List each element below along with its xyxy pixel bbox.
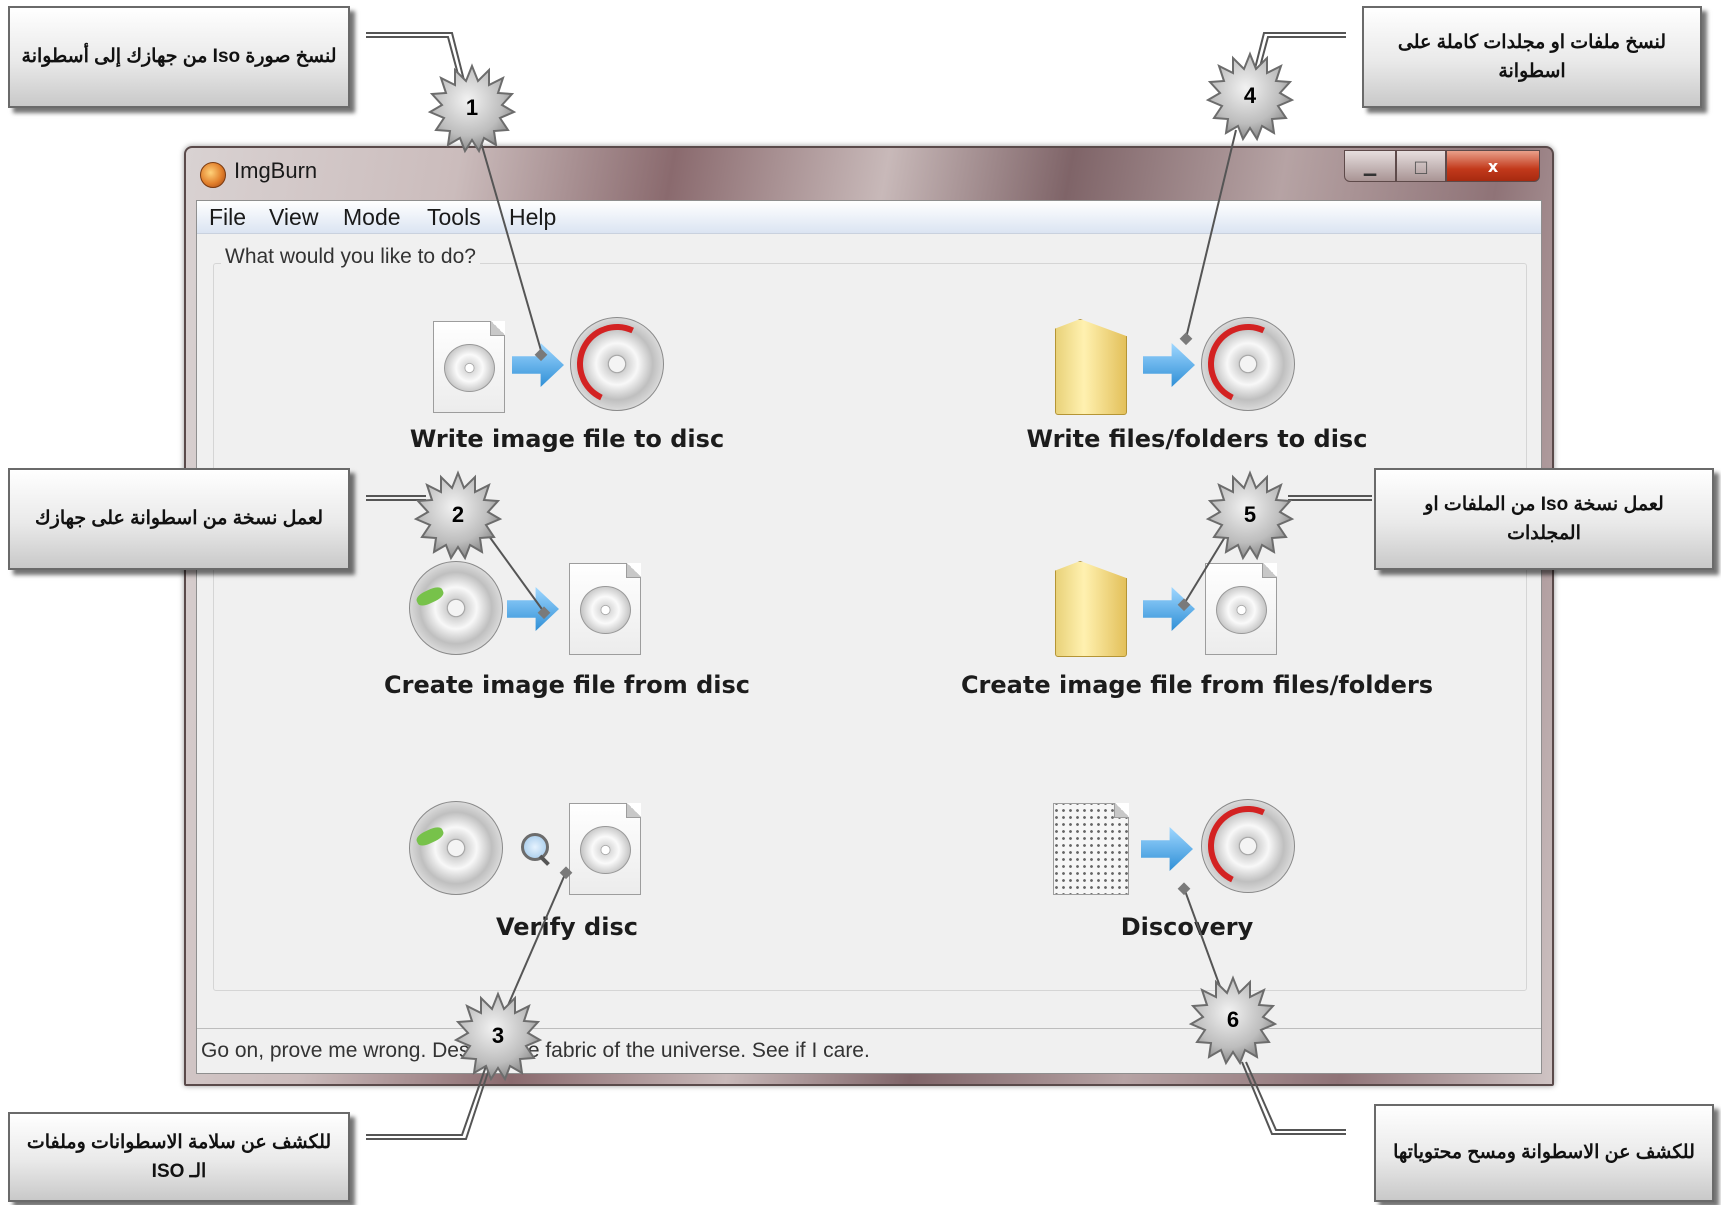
badge-2: 2 (451, 502, 465, 527)
badge-3: 3 (491, 1023, 505, 1048)
badge-4: 4 (1243, 83, 1257, 108)
badge-5: 5 (1243, 502, 1257, 527)
badge-6: 6 (1226, 1007, 1240, 1032)
badge-stars (415, 53, 1293, 1080)
badge-1: 1 (465, 95, 479, 120)
